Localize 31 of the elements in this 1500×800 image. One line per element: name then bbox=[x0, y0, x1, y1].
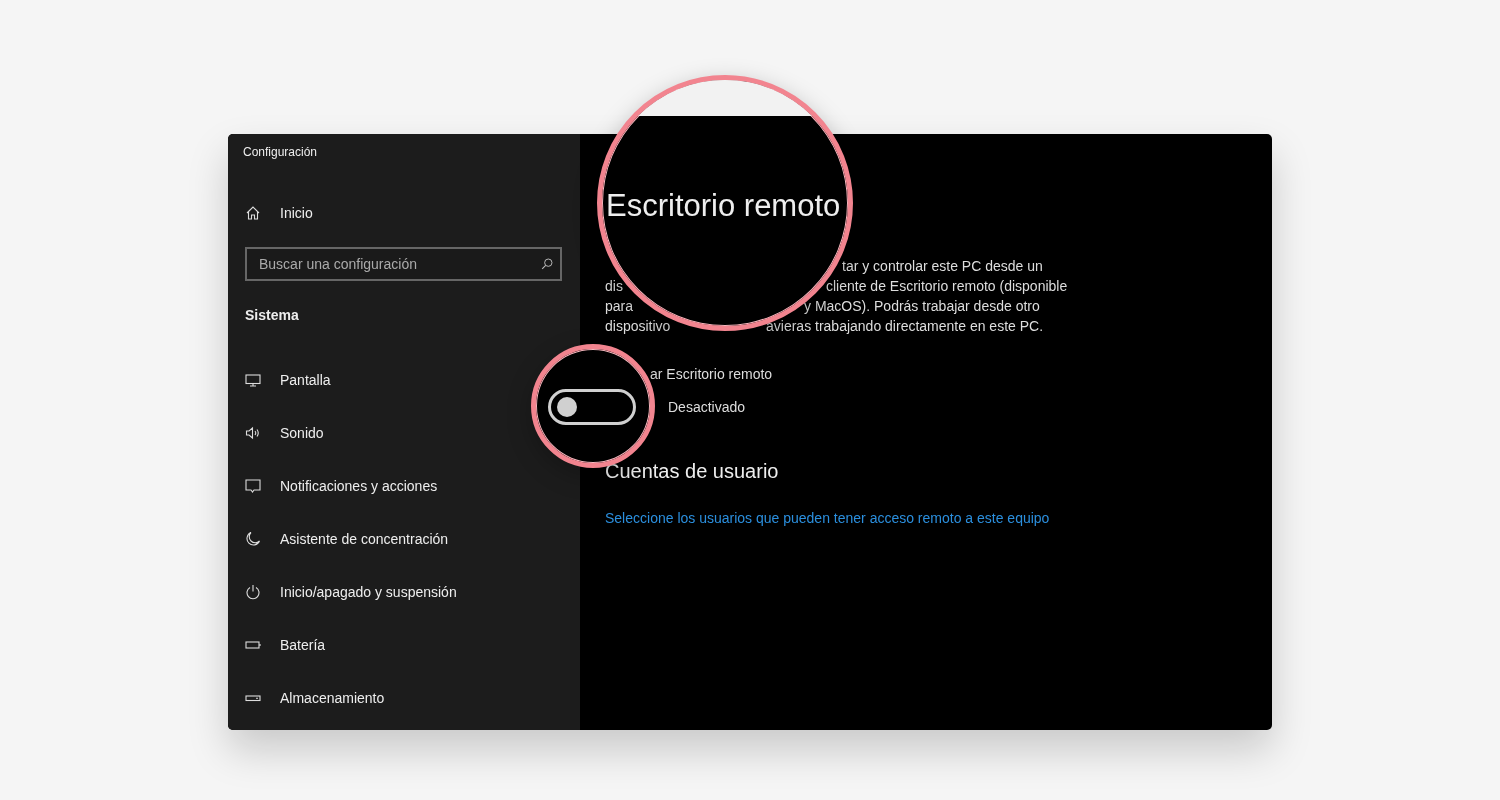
nav-item[interactable]: Asistente de concentración bbox=[245, 512, 449, 565]
description-text: cliente de Escritorio remoto (disponible bbox=[826, 277, 1068, 296]
speaker-icon bbox=[245, 424, 261, 441]
description-text: dispositivo bbox=[605, 318, 671, 334]
page-title: Escritorio remoto bbox=[606, 188, 841, 224]
window-title: Configuración bbox=[243, 144, 319, 161]
nav-item[interactable]: Notificaciones y acciones bbox=[245, 459, 438, 512]
nav-item[interactable]: Batería bbox=[245, 618, 326, 671]
setting-label: ar Escritorio remoto bbox=[650, 366, 773, 382]
nav-item[interactable]: Sonido bbox=[245, 406, 324, 459]
nav-item[interactable]: Almacenamiento bbox=[245, 671, 385, 724]
power-icon bbox=[245, 583, 261, 600]
speech-bubble-icon bbox=[245, 477, 261, 494]
home-item[interactable]: Inicio bbox=[245, 193, 580, 233]
nav-item[interactable]: Inicio/apagado y suspensión bbox=[245, 565, 457, 618]
section-heading: Sistema bbox=[245, 306, 300, 325]
home-icon bbox=[245, 205, 261, 221]
toggle-switch[interactable] bbox=[548, 389, 636, 425]
description-text: tar y controlar este PC desde un bbox=[842, 257, 1043, 276]
toggle-state-label: Desactivado bbox=[668, 399, 746, 415]
description-text: para bbox=[605, 298, 634, 314]
nav-item[interactable]: Pantalla bbox=[245, 353, 331, 406]
users-link[interactable]: Seleccione los usuarios que pueden tener acceso remoto a este equipo bbox=[605, 508, 1050, 528]
search-field[interactable]: Buscar una configuración bbox=[245, 247, 562, 281]
section-heading: Cuentas de usuario bbox=[605, 459, 780, 484]
search-icon bbox=[540, 257, 554, 271]
description-text: y MacOS). Podrás trabajar desde otro bbox=[804, 297, 1040, 316]
description-text: dis bbox=[605, 278, 623, 294]
monitor-icon bbox=[245, 371, 261, 388]
description-text: avieras trabajando directamente en este PC. bbox=[766, 317, 1044, 336]
moon-icon bbox=[245, 530, 261, 547]
